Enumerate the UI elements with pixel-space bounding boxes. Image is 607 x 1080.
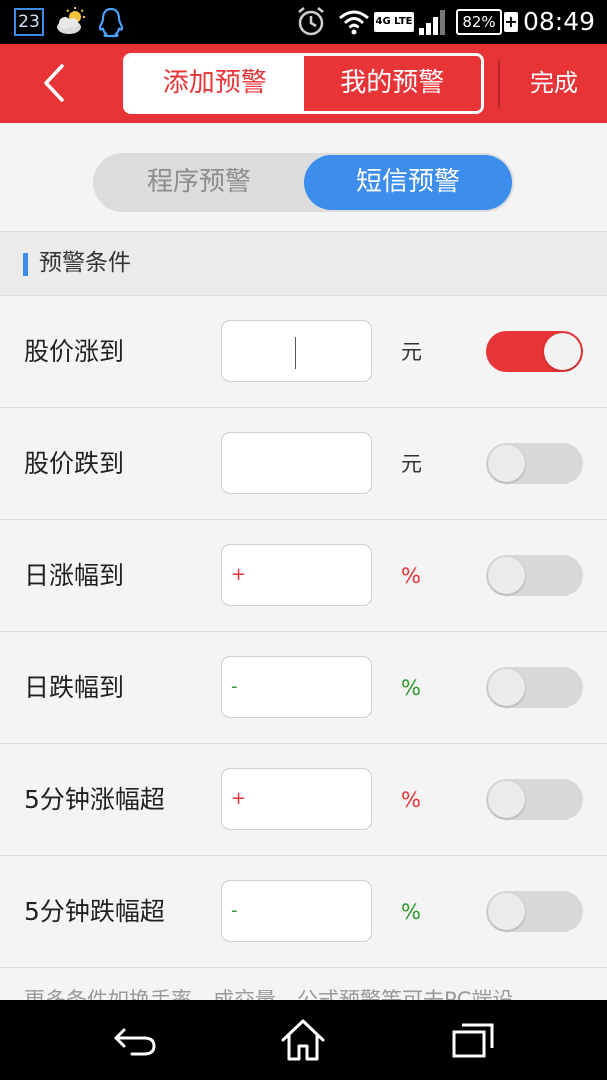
network-type: 4G LTE xyxy=(374,12,414,32)
section-header: 预警条件 xyxy=(0,231,607,296)
alarm-clock-icon xyxy=(296,6,326,38)
condition-label: 股价跌到 xyxy=(24,449,125,478)
condition-row-daily-rise: 日涨幅到 + % xyxy=(0,520,607,632)
condition-row-price-up: 股价涨到 元 xyxy=(0,296,607,408)
condition-row-daily-fall: 日跌幅到 - % xyxy=(0,632,607,744)
unit-label: % xyxy=(401,676,421,700)
condition-row-5min-rise: 5分钟涨幅超 + % xyxy=(0,744,607,856)
footnote-text: 更多条件如换手率、成交量、公式预警等可去PC端设 xyxy=(24,988,514,1000)
price-up-input[interactable] xyxy=(221,320,372,382)
daily-fall-input[interactable]: - xyxy=(221,656,372,718)
clock: 08:49 xyxy=(522,7,595,36)
app-header: 添加预警 我的预警 完成 xyxy=(0,44,607,123)
unit-label: 元 xyxy=(401,340,422,364)
section-title: 预警条件 xyxy=(39,250,131,276)
header-divider xyxy=(498,60,500,108)
wifi-icon xyxy=(338,8,370,36)
chevron-left-icon xyxy=(44,64,64,102)
charging-icon: + xyxy=(504,12,518,32)
5min-fall-toggle[interactable] xyxy=(486,891,583,932)
alert-type-area: 程序预警 短信预警 xyxy=(0,123,607,231)
alert-type-switch: 程序预警 短信预警 xyxy=(93,153,514,212)
recent-apps-icon[interactable] xyxy=(450,1020,496,1060)
condition-row-5min-fall: 5分钟跌幅超 - % xyxy=(0,856,607,968)
battery-indicator: 82% + xyxy=(456,9,518,35)
back-arrow-icon[interactable] xyxy=(110,1018,160,1062)
toggle-knob xyxy=(488,781,525,818)
condition-label: 股价涨到 xyxy=(24,337,125,366)
unit-label: % xyxy=(401,900,421,924)
condition-label: 5分钟涨幅超 xyxy=(24,785,165,814)
home-icon[interactable] xyxy=(278,1016,328,1064)
5min-rise-input[interactable]: + xyxy=(221,768,372,830)
system-nav-bar xyxy=(0,1000,607,1080)
partly-cloudy-icon xyxy=(54,6,88,36)
condition-label: 5分钟跌幅超 xyxy=(24,897,165,926)
tab-sms-alert[interactable]: 短信预警 xyxy=(304,155,512,210)
toggle-knob xyxy=(488,445,525,482)
unit-label: 元 xyxy=(401,452,422,476)
alert-mode-tabs: 添加预警 我的预警 xyxy=(123,53,484,114)
footnote: 更多条件如换手率、成交量、公式预警等可去PC端设 xyxy=(0,968,607,1000)
5min-fall-input[interactable]: - xyxy=(221,880,372,942)
condition-row-price-down: 股价跌到 元 xyxy=(0,408,607,520)
daily-fall-toggle[interactable] xyxy=(486,667,583,708)
price-up-toggle[interactable] xyxy=(486,331,583,372)
done-button[interactable]: 完成 xyxy=(512,44,596,123)
toggle-knob xyxy=(544,333,581,370)
toggle-knob xyxy=(488,669,525,706)
toggle-knob xyxy=(488,893,525,930)
toggle-knob xyxy=(488,557,525,594)
daily-rise-input[interactable]: + xyxy=(221,544,372,606)
qq-penguin-icon xyxy=(96,6,126,38)
unit-label: % xyxy=(401,564,421,588)
tab-app-alert[interactable]: 程序预警 xyxy=(93,153,305,212)
text-cursor xyxy=(295,337,296,369)
daily-rise-toggle[interactable] xyxy=(486,555,583,596)
notification-count: 23 xyxy=(14,8,44,36)
5min-rise-toggle[interactable] xyxy=(486,779,583,820)
tab-my-alerts[interactable]: 我的预警 xyxy=(303,56,481,111)
condition-label: 日涨幅到 xyxy=(24,561,125,590)
tab-add-alert[interactable]: 添加预警 xyxy=(126,56,304,111)
signal-bars-icon xyxy=(418,8,448,36)
battery-level: 82% xyxy=(456,9,502,35)
price-down-input[interactable] xyxy=(221,432,372,494)
section-accent-bar xyxy=(23,253,28,276)
price-down-toggle[interactable] xyxy=(486,443,583,484)
status-bar: 23 4G LTE 82% + 08:49 xyxy=(0,0,607,44)
unit-label: % xyxy=(401,788,421,812)
condition-label: 日跌幅到 xyxy=(24,673,125,702)
back-button[interactable] xyxy=(30,56,80,110)
